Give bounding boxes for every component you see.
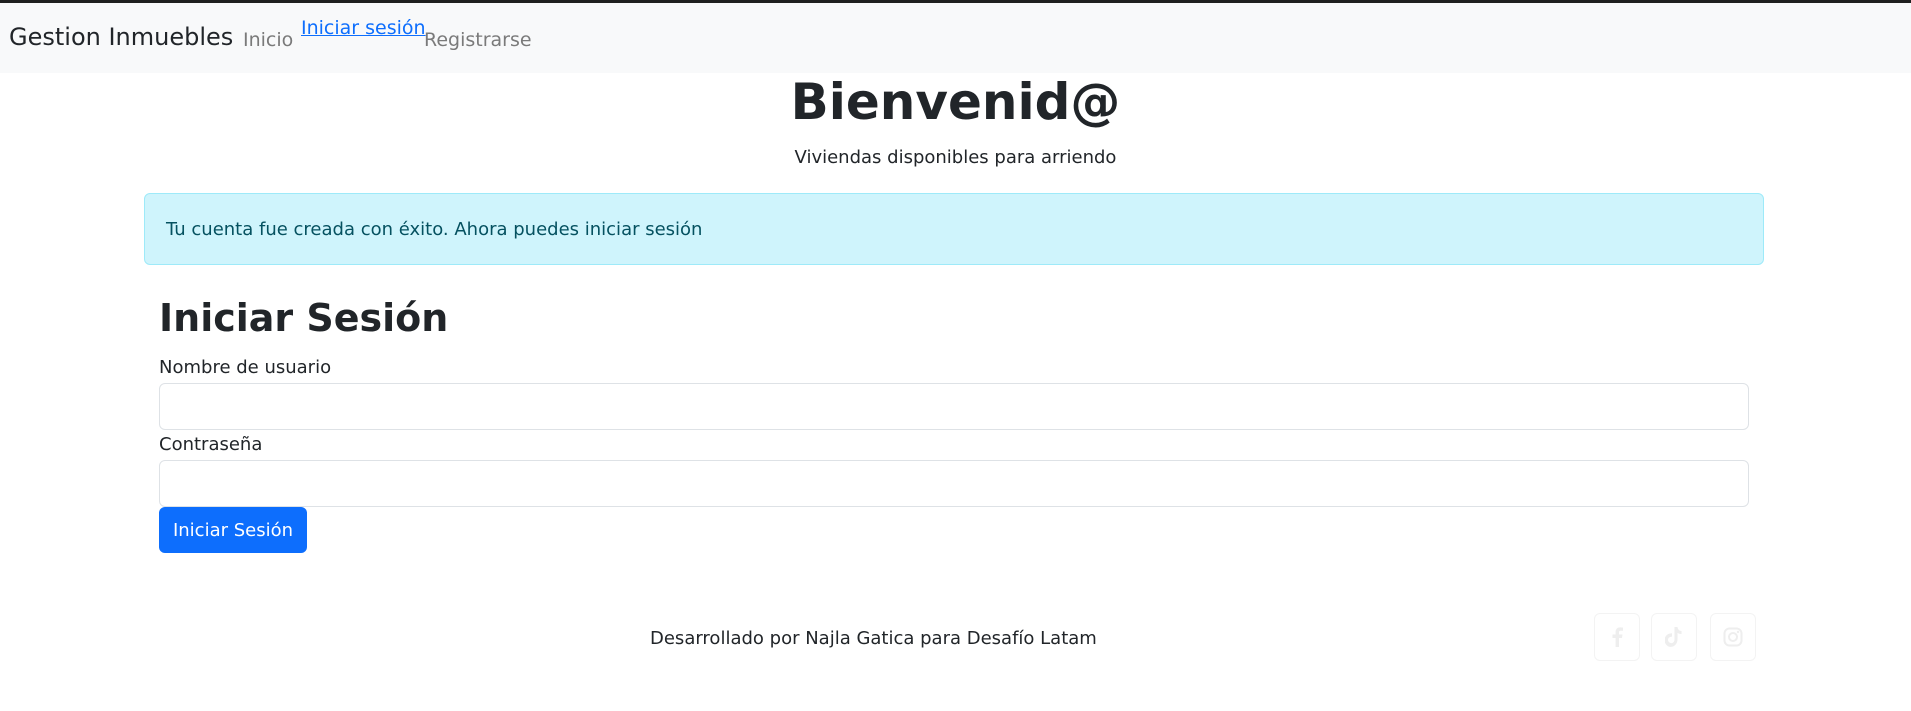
login-submit-button[interactable]: Iniciar Sesión: [159, 507, 307, 553]
password-label: Contraseña: [159, 434, 263, 455]
username-label: Nombre de usuario: [159, 357, 332, 378]
tiktok-icon[interactable]: [1651, 613, 1697, 661]
password-input[interactable]: [159, 460, 1749, 507]
navbar-brand[interactable]: Gestion Inmuebles: [9, 23, 233, 51]
nav-link-inicio[interactable]: Inicio: [243, 29, 293, 51]
page-title: Bienvenid@: [790, 73, 1121, 131]
alert-message: Tu cuenta fue creada con éxito. Ahora pu…: [166, 219, 703, 240]
username-input[interactable]: [159, 383, 1749, 430]
facebook-icon[interactable]: [1594, 613, 1640, 661]
nav-link-registrarse[interactable]: Registrarse: [424, 29, 532, 51]
footer-credit: Desarrollado por Najla Gatica para Desaf…: [650, 628, 1097, 649]
instagram-icon[interactable]: [1710, 613, 1756, 661]
navbar: Gestion Inmuebles Inicio Iniciar sesión …: [0, 3, 1911, 73]
page-subtitle: Viviendas disponibles para arriendo: [794, 147, 1117, 168]
nav-link-iniciar-sesion[interactable]: Iniciar sesión: [301, 17, 426, 39]
success-alert: Tu cuenta fue creada con éxito. Ahora pu…: [144, 193, 1764, 265]
login-form-title: Iniciar Sesión: [159, 296, 449, 340]
